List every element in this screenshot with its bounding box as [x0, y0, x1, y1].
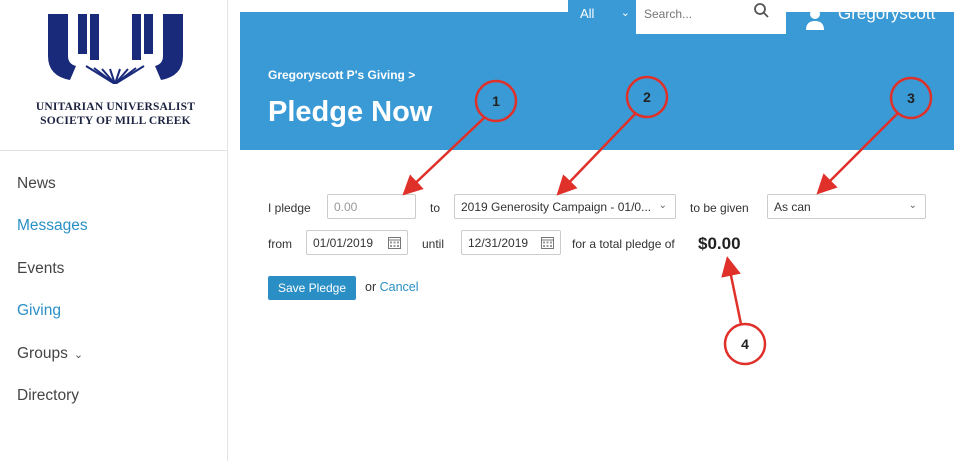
calendar-icon[interactable] — [541, 236, 554, 249]
page-title: Pledge Now — [268, 96, 433, 128]
user-icon[interactable] — [804, 8, 826, 30]
from-label: from — [268, 237, 292, 251]
campaign-select[interactable]: 2019 Generosity Campaign - 01/0... ⌄ — [454, 194, 676, 219]
until-label: until — [422, 237, 445, 251]
search-icon[interactable] — [752, 2, 772, 22]
until-date-value: 12/31/2019 — [468, 236, 529, 250]
cancel-link[interactable]: Cancel — [380, 280, 419, 294]
sidebar-item-groups[interactable]: Groups ⌄ — [17, 345, 83, 363]
sidebar-item-directory[interactable]: Directory — [17, 387, 79, 405]
chevron-down-icon: ⌄ — [73, 349, 84, 361]
from-date-input[interactable]: 01/01/2019 — [306, 230, 408, 255]
logo-text: UNITARIAN UNIVERSALIST SOCIETY OF MILL C… — [18, 100, 213, 128]
from-date-value: 01/01/2019 — [313, 236, 374, 250]
pledge-label: I pledge — [268, 201, 311, 215]
logo-text-line1: UNITARIAN UNIVERSALIST — [35, 101, 196, 113]
until-date-input[interactable]: 12/31/2019 — [461, 230, 561, 255]
cancel-wrap: or Cancel — [365, 280, 419, 294]
search-scope-value: All — [580, 6, 595, 21]
chevron-down-icon: ⌄ — [620, 7, 630, 19]
sidebar-item-label: Groups — [17, 345, 68, 362]
chevron-down-icon: ⌄ — [658, 200, 667, 211]
logo-text-line2: SOCIETY OF MILL CREEK — [40, 115, 191, 127]
breadcrumb[interactable]: Gregoryscott P's Giving > — [268, 68, 415, 82]
to-be-given-label: to be given — [690, 201, 749, 215]
sidebar: UNITARIAN UNIVERSALIST SOCIETY OF MILL C… — [0, 0, 228, 461]
callout-4-arrow — [721, 256, 743, 325]
sidebar-item-label: Messages — [17, 217, 88, 234]
callout-4-number: 4 — [741, 336, 749, 352]
sidebar-item-label: News — [17, 175, 56, 192]
search-scope-select[interactable]: All ⌄ — [568, 0, 636, 34]
church-logo[interactable]: UNITARIAN UNIVERSALIST SOCIETY OF MILL C… — [18, 14, 213, 136]
total-pledge-label: for a total pledge of — [572, 237, 675, 251]
sidebar-divider — [0, 150, 228, 151]
sidebar-item-label: Events — [17, 260, 65, 277]
chevron-down-icon: ⌄ — [908, 200, 917, 211]
to-label: to — [430, 201, 441, 215]
user-menu[interactable]: Gregoryscott — [838, 4, 935, 24]
calendar-icon[interactable] — [388, 236, 401, 249]
frequency-select[interactable]: As can ⌄ — [767, 194, 926, 219]
uu-logo-icon — [48, 14, 183, 84]
sidebar-item-giving[interactable]: Giving — [17, 302, 61, 320]
sidebar-item-news[interactable]: News — [17, 175, 56, 193]
frequency-value: As can — [774, 200, 811, 214]
total-pledge-value: $0.00 — [698, 234, 741, 253]
search-input[interactable] — [644, 7, 744, 21]
sidebar-item-messages[interactable]: Messages — [17, 217, 88, 235]
sidebar-item-events[interactable]: Events — [17, 260, 64, 278]
sidebar-item-label: Directory — [17, 387, 80, 404]
or-label: or — [365, 280, 377, 294]
callout-4-circle — [723, 322, 767, 366]
campaign-value: 2019 Generosity Campaign - 01/0... — [461, 200, 652, 214]
save-pledge-button[interactable]: Save Pledge — [268, 276, 356, 300]
pledge-amount-input[interactable]: 0.00 — [327, 194, 416, 219]
sidebar-item-label: Giving — [17, 302, 61, 319]
